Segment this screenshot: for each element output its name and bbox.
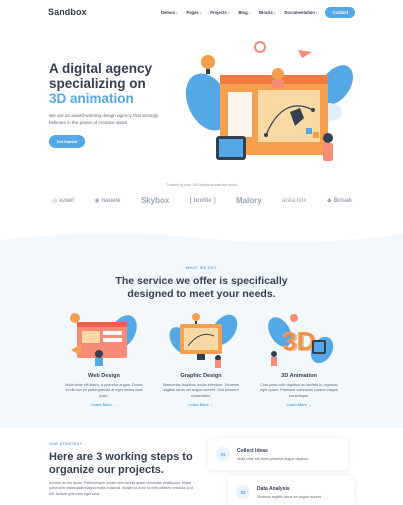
client-logo-label: brollie	[193, 197, 212, 204]
services-title-line2: designed to meet your needs.	[127, 287, 276, 300]
step-card-2: 02 Data Analysis Vivamus sagittis lacus …	[228, 476, 354, 505]
learn-more-link[interactable]: Learn More →	[59, 403, 149, 407]
learn-more-link[interactable]: Learn More →	[156, 403, 246, 407]
card-title: Graphic Design	[180, 373, 222, 379]
menu-item-demos[interactable]: Demos▾	[161, 10, 177, 15]
client-logo-malory: Malory	[235, 196, 262, 205]
menu-item-projects[interactable]: Projects▾	[210, 10, 229, 15]
chevron-down-icon: ▾	[199, 10, 202, 15]
client-logos: ◎ ezeel ◉ nauele Skybox [brollie] Malory a…	[52, 196, 352, 205]
client-logo-label: Brisak	[333, 197, 352, 204]
strategy-title-line2: organize our projects.	[49, 463, 164, 476]
clients-caption: Trusted by over 300 clients across the w…	[166, 183, 237, 187]
services-title-line1: The service we offer is specifically	[115, 275, 288, 287]
menu-item-label: Blog	[238, 9, 248, 15]
service-card-3d-animation: 3D 3D 3D Animation Cras justo odio dapib…	[254, 310, 344, 407]
3d-animation-illustration: 3D 3D	[268, 314, 334, 366]
card-title: Web Design	[88, 373, 120, 379]
menu-item-label: Blocks	[259, 9, 273, 15]
hero-lead: We are an award-winning design agency th…	[49, 113, 159, 125]
hero-illustration	[185, 41, 354, 161]
menu-item-blocks[interactable]: Blocks▾	[259, 10, 275, 15]
get-started-button[interactable]: Get Started	[49, 135, 85, 148]
service-card-graphic-design: Graphic Design Maecenas faucibus mollis …	[156, 310, 246, 407]
client-logo-brollie: [brollie]	[190, 198, 216, 204]
learn-more-link[interactable]: Learn More →	[254, 403, 344, 407]
main-menu: Demos▾ Pages▾ Projects▾ Blog▾ Blocks▾ Do…	[161, 10, 317, 15]
web-design-illustration	[70, 313, 137, 366]
step-number: 01	[216, 447, 230, 461]
strategy-text: Aenean eu leo quam. Pellentesque ornare …	[49, 481, 194, 496]
diamond-icon: ◆	[326, 198, 332, 204]
step-text: Vivamus sagittis lacus vel augue laoreet…	[257, 495, 322, 499]
step-number: 02	[236, 485, 250, 499]
services-eyebrow: What We Do?	[186, 266, 217, 270]
strategy-title: Here are 3 working steps to organize our…	[49, 451, 209, 476]
chevron-down-icon: ▾	[248, 10, 251, 15]
step-title: Collect Ideas	[237, 448, 268, 454]
card-text: Maecenas faucibus mollis interdum. Vivam…	[163, 383, 239, 398]
graphic-design-illustration	[169, 313, 238, 368]
strategy-title-line1: Here are 3 working steps to	[49, 451, 193, 463]
services-title: The service we offer is specifically des…	[0, 275, 403, 300]
step-title: Data Analysis	[257, 486, 290, 492]
step-text: Nulla vitae elit libero pharetra augue d…	[237, 457, 310, 461]
client-logo-label: nauele	[101, 197, 121, 204]
menu-item-blog[interactable]: Blog▾	[238, 10, 250, 15]
hero-title-line1: A digital agency	[49, 61, 153, 76]
client-logo-label: ezeel	[59, 197, 74, 204]
card-title: 3D Animation	[281, 373, 317, 379]
menu-item-pages[interactable]: Pages▾	[186, 10, 201, 15]
menu-item-label: Pages	[186, 9, 199, 15]
card-text: Nulla vitae elit libero, a pharetra augu…	[64, 383, 144, 398]
client-logo-ezeel: ◎ ezeel	[52, 197, 74, 205]
strategy-eyebrow: Our Strategy	[49, 442, 83, 446]
chevron-down-icon: ▾	[175, 10, 178, 15]
top-navbar: Sandbox Demos▾ Pages▾ Projects▾ Blog▾ Bl…	[0, 0, 403, 24]
client-logo-arealink: area.link	[282, 197, 307, 204]
menu-item-label: Demos	[160, 9, 175, 15]
brand-logo[interactable]: Sandbox	[48, 7, 87, 17]
step-body: Collect Ideas Nulla vitae elit libero ph…	[237, 447, 309, 461]
circle-icon: ◉	[94, 198, 100, 204]
chevron-down-icon: ▾	[273, 10, 276, 15]
chevron-down-icon: ▾	[227, 10, 230, 15]
menu-item-documentation[interactable]: Documentation▾	[284, 10, 317, 15]
menu-item-label: Documentation	[284, 9, 315, 15]
circle-icon: ◎	[52, 198, 58, 204]
service-card-web-design: Web Design Nulla vitae elit libero, a ph…	[59, 310, 149, 407]
contact-button[interactable]: Contact	[325, 6, 355, 18]
bracket-icon: [	[189, 197, 192, 204]
card-text: Cras justo odio dapibus ac facilisis in,…	[260, 383, 338, 398]
chevron-down-icon: ▾	[315, 10, 318, 15]
hero-title-line2: specializing on	[49, 76, 146, 91]
step-body: Data Analysis Vivamus sagittis lacus vel…	[257, 485, 322, 499]
client-logo-nauele: ◉ nauele	[94, 197, 121, 205]
step-card-1: 01 Collect Ideas Nulla vitae elit libero…	[208, 438, 348, 470]
bracket-icon: ]	[213, 197, 216, 204]
client-logo-brisak: ◆ Brisak	[326, 197, 352, 205]
client-logo-skybox: Skybox	[140, 196, 170, 205]
menu-item-label: Projects	[210, 9, 227, 15]
